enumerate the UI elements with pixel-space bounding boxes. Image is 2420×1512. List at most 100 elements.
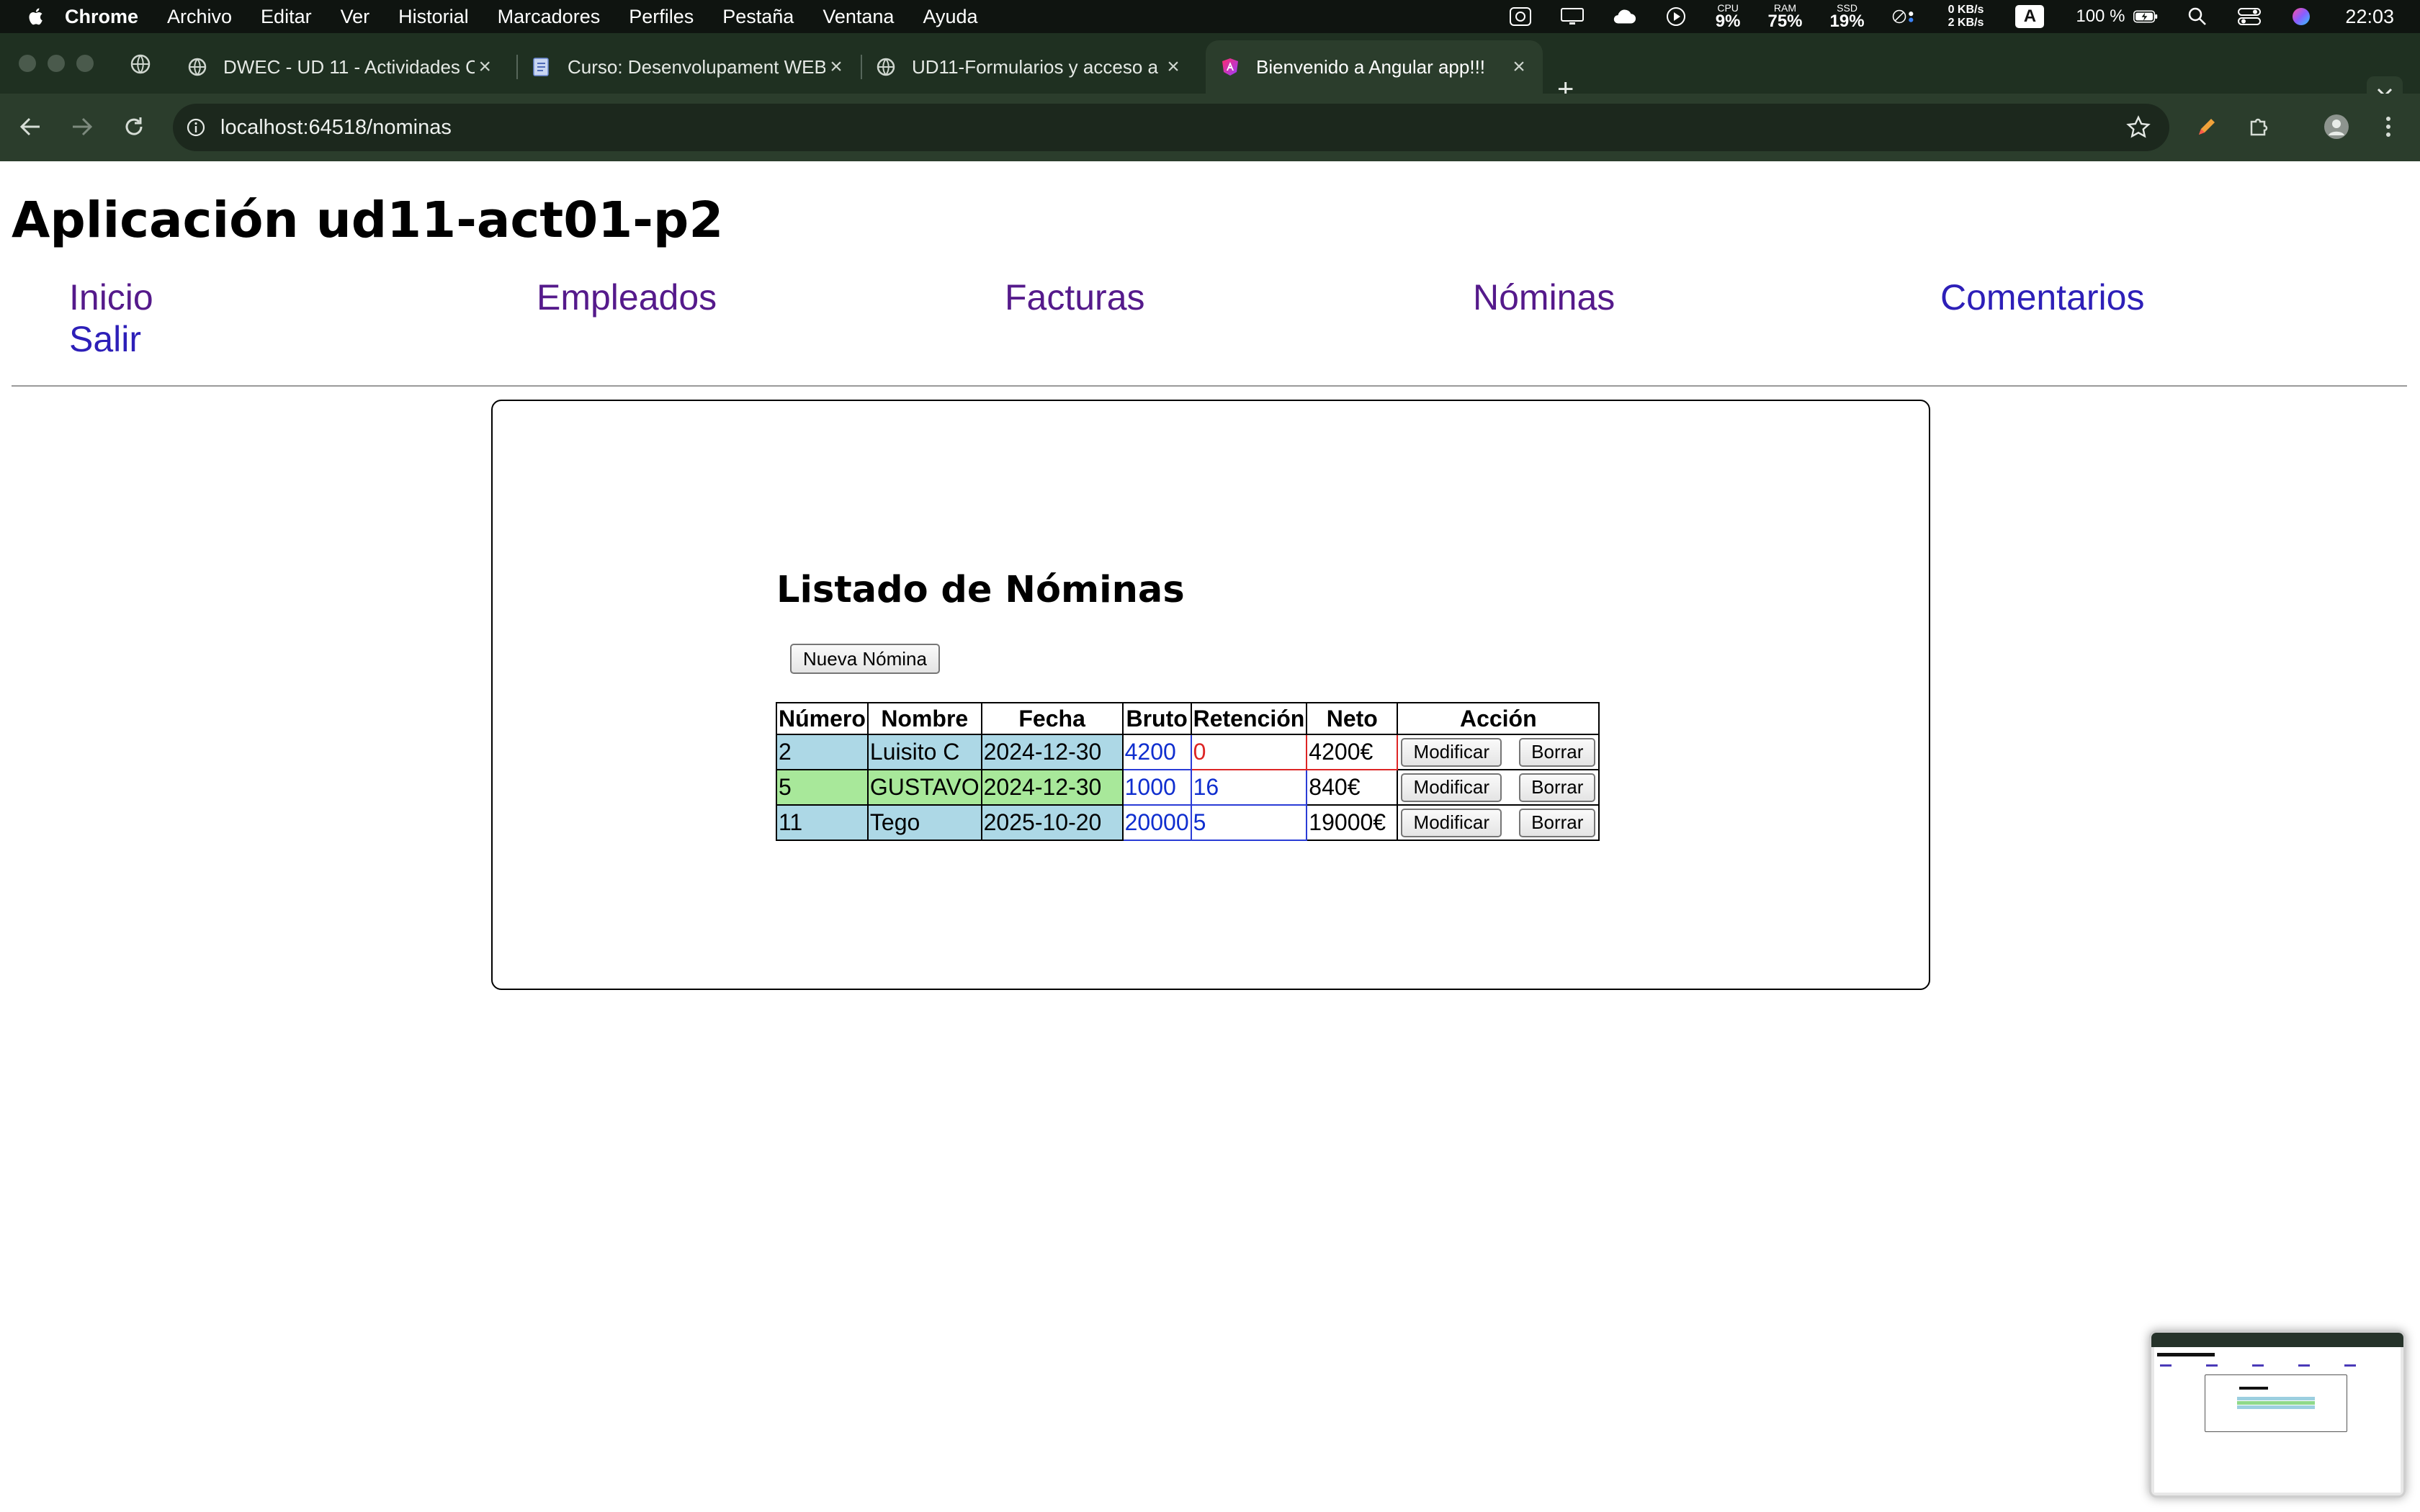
tab-curso[interactable]: Curso: Desenvolupament WEB × (517, 40, 860, 94)
window-close-control[interactable] (19, 55, 36, 72)
web-page-content: Aplicación ud11-act01-p2 Inicio Empleado… (0, 161, 2420, 1512)
network-speed[interactable]: 0 KB/s 2 KB/s (1948, 4, 1984, 30)
siri-icon[interactable] (2289, 7, 2313, 26)
delete-button[interactable]: Borrar (1519, 773, 1596, 802)
action-buttons: Modificar Borrar (1399, 808, 1597, 837)
nav-link-empleados[interactable]: Empleados (537, 276, 717, 318)
arrow-left-icon (19, 117, 40, 136)
net-down: 0 KB/s (1948, 3, 1984, 16)
close-icon[interactable]: × (1162, 55, 1184, 79)
menu-ayuda[interactable]: Ayuda (923, 6, 977, 28)
ram-stat[interactable]: RAM 75% (1767, 3, 1802, 30)
pen-icon (2199, 119, 2215, 135)
chrome-menu-button[interactable] (2374, 112, 2403, 141)
menu-ventana[interactable]: Ventana (823, 6, 894, 28)
net-up: 2 KB/s (1948, 17, 1984, 29)
cpu-stat[interactable]: CPU 9% (1716, 3, 1741, 30)
cell-neto: 19000€ (1306, 804, 1399, 841)
delete-button[interactable]: Borrar (1519, 737, 1596, 767)
browser-tab-strip: DWEC - UD 11 - Actividades C × Curso: De… (0, 33, 2420, 109)
bookmark-star-icon[interactable] (2126, 115, 2151, 140)
thumbnail-page-preview (2154, 1347, 2401, 1493)
cell-nombre: Luisito C (866, 734, 982, 770)
close-icon[interactable]: × (825, 55, 847, 79)
close-icon[interactable]: × (475, 55, 496, 79)
thumbnail-nav-mark (2160, 1364, 2376, 1367)
menu-app-chrome[interactable]: Chrome (65, 6, 138, 28)
thumbnail-panel-mark (2205, 1374, 2347, 1432)
menu-archivo[interactable]: Archivo (167, 6, 232, 28)
cell-fecha: 2024-12-30 (980, 734, 1124, 770)
menu-perfiles[interactable]: Perfiles (629, 6, 694, 28)
thumbnail-row-mark (2237, 1397, 2315, 1400)
reload-button[interactable] (120, 112, 148, 141)
modify-button[interactable]: Modificar (1401, 808, 1502, 837)
delete-button[interactable]: Borrar (1519, 808, 1596, 837)
tab-dwec[interactable]: DWEC - UD 11 - Actividades C × (173, 40, 508, 94)
screenshot-thumbnail[interactable] (2149, 1331, 2406, 1498)
document-icon (533, 58, 549, 76)
address-url[interactable]: localhost:64518/nominas (220, 116, 452, 140)
back-button[interactable] (16, 112, 45, 141)
cpu-value: 9% (1715, 12, 1741, 31)
menubar-clock[interactable]: 22:03 (2345, 6, 2394, 28)
battery-icon[interactable] (2133, 7, 2158, 26)
display-icon[interactable] (1560, 7, 1585, 26)
tab-ud11-formularios[interactable]: UD11-Formularios y acceso a × (861, 40, 1197, 94)
profile-avatar[interactable] (2322, 112, 2351, 141)
spotlight-search-icon[interactable] (2185, 7, 2210, 26)
col-header-retencion: Retención (1190, 702, 1308, 735)
cell-retencion: 16 (1190, 769, 1308, 806)
address-bar[interactable]: localhost:64518/nominas (173, 104, 2169, 151)
site-info-icon[interactable] (186, 117, 206, 138)
ssd-stat[interactable]: SSD 19% (1830, 3, 1865, 30)
window-minimize-control[interactable] (48, 55, 65, 72)
menu-historial[interactable]: Historial (398, 6, 469, 28)
tab-title: Bienvenido a Angular app!!! (1256, 55, 1486, 78)
cell-bruto: 1000 (1121, 769, 1192, 806)
pen-extension-button[interactable] (2192, 112, 2221, 141)
menu-editar[interactable]: Editar (261, 6, 312, 28)
puzzle-icon (2250, 118, 2268, 136)
tab-angular-app[interactable]: Bienvenido a Angular app!!! × (1206, 40, 1543, 94)
forward-button[interactable] (68, 112, 97, 141)
activity-monitor-icon[interactable] (1508, 7, 1533, 26)
browser-toolbar: localhost:64518/nominas (0, 94, 2420, 161)
table-header-row: Número Nombre Fecha Bruto Retención Neto… (776, 702, 1600, 735)
cell-bruto: 4200 (1121, 734, 1192, 770)
cell-nombre: Tego (866, 804, 982, 841)
battery-percent[interactable]: 100 % (2076, 6, 2125, 27)
nav-link-salir[interactable]: Salir (69, 318, 141, 360)
menu-ver[interactable]: Ver (341, 6, 370, 28)
cell-retencion: 0 (1190, 734, 1308, 770)
apple-icon[interactable] (27, 7, 43, 26)
modify-button[interactable]: Modificar (1401, 737, 1502, 767)
menu-marcadores[interactable]: Marcadores (498, 6, 601, 28)
nav-link-comentarios[interactable]: Comentarios (1940, 276, 2144, 318)
control-center-icon[interactable] (2237, 7, 2262, 26)
tab-title: Curso: Desenvolupament WEB (568, 55, 826, 78)
window-zoom-control[interactable] (76, 55, 94, 72)
input-source-indicator[interactable]: A (2015, 5, 2045, 28)
action-buttons: Modificar Borrar (1399, 737, 1597, 767)
extensions-button[interactable] (2244, 112, 2273, 141)
modify-button[interactable]: Modificar (1401, 773, 1502, 802)
thumbnail-title-mark (2157, 1353, 2215, 1356)
ram-value: 75% (1767, 12, 1803, 31)
focus-icon[interactable] (1892, 7, 1917, 26)
cell-fecha: 2025-10-20 (980, 804, 1124, 841)
close-icon[interactable]: × (1508, 55, 1530, 79)
cell-accion: Modificar Borrar (1397, 804, 1600, 841)
macos-menu-bar: Chrome Archivo Editar Ver Historial Marc… (0, 0, 2420, 33)
cloud-icon[interactable] (1612, 7, 1636, 26)
thumbnail-browser-chrome (2151, 1333, 2403, 1347)
nav-link-nominas[interactable]: Nóminas (1473, 276, 1615, 318)
new-nomina-button[interactable]: Nueva Nómina (790, 644, 940, 674)
nav-link-facturas[interactable]: Facturas (1005, 276, 1145, 318)
nav-link-inicio[interactable]: Inicio (69, 276, 153, 318)
nav-divider (12, 385, 2407, 387)
tab-group-globe-icon[interactable] (130, 53, 151, 75)
play-icon[interactable] (1664, 7, 1688, 26)
menu-pestana[interactable]: Pestaña (722, 6, 794, 28)
content-panel (491, 400, 1930, 990)
